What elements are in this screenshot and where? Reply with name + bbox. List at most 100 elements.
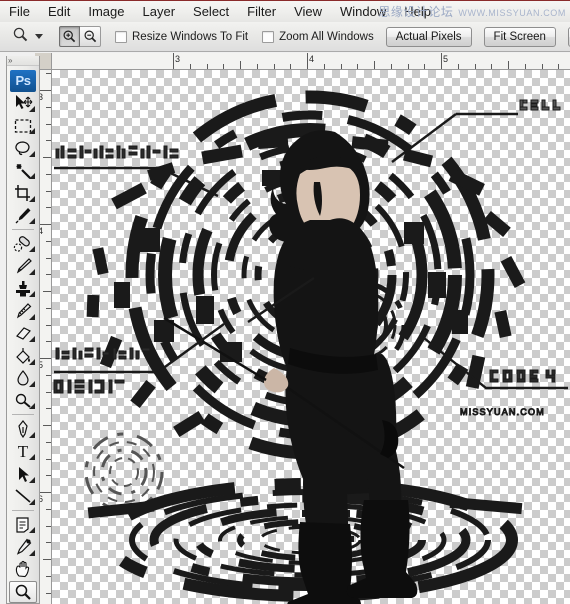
ruler-minor-tick (508, 61, 509, 69)
menu-item-select[interactable]: Select (184, 1, 238, 22)
document-canvas[interactable]: MISSYUAN.COM (52, 70, 570, 604)
resize-windows-to-fit-checkbox-wrap[interactable]: Resize Windows To Fit (115, 30, 249, 43)
zoom-all-windows-checkbox[interactable] (262, 30, 275, 43)
ruler-minor-tick (46, 324, 51, 326)
ruler-minor-tick (46, 123, 51, 125)
ruler-minor-tick (43, 157, 51, 158)
resize-windows-to-fit-label: Resize Windows To Fit (132, 30, 249, 43)
zoom-direction-group (59, 26, 101, 47)
ruler-label: 5 (443, 54, 449, 64)
ruler-minor-tick (46, 575, 51, 577)
ruler-minor-tick (43, 559, 51, 560)
zoom-all-windows-checkbox-wrap[interactable]: Zoom All Windows (262, 30, 374, 43)
move-tool[interactable] (9, 93, 37, 114)
line-tool[interactable] (9, 486, 37, 507)
ruler-minor-tick (46, 73, 51, 75)
tool-options-triangle-icon (29, 291, 35, 298)
tool-options-triangle-icon (29, 454, 35, 461)
ruler-minor-tick (46, 592, 51, 594)
actual-pixels-button[interactable]: Actual Pixels (385, 26, 472, 47)
healing-brush-tool[interactable] (9, 233, 37, 254)
ruler-minor-tick (46, 391, 51, 393)
ruler-minor-tick (46, 408, 51, 410)
ruler-minor-tick (46, 525, 51, 527)
zoom-all-windows-label: Zoom All Windows (279, 30, 374, 43)
tool-options-triangle-icon (29, 403, 35, 410)
hand-tool[interactable] (9, 559, 37, 580)
ruler-major-tick (441, 53, 442, 69)
eraser-tool[interactable] (9, 323, 37, 344)
resize-windows-to-fit-checkbox[interactable] (115, 30, 127, 43)
dodge-tool[interactable] (9, 390, 37, 411)
tool-options-triangle-icon (29, 195, 35, 202)
photoshop-logo: Ps (10, 70, 36, 92)
menu-item-view[interactable]: View (285, 1, 331, 22)
history-brush-tool[interactable] (9, 300, 37, 321)
eyedropper-tool[interactable] (9, 205, 37, 226)
tool-options-triangle-icon (29, 150, 35, 157)
zoom-out-button[interactable] (80, 26, 101, 47)
ruler-minor-tick (46, 542, 51, 544)
ruler-major-tick (173, 53, 174, 69)
menu-bar: File Edit Image Layer Select Filter View… (0, 0, 570, 22)
ruler-minor-tick (374, 61, 375, 69)
blur-tool[interactable] (9, 368, 37, 389)
tool-options-triangle-icon (29, 336, 35, 343)
svg-text:T: T (18, 442, 29, 460)
crop-tool[interactable] (9, 182, 37, 203)
ruler-minor-tick (46, 240, 51, 242)
rectangular-marquee-tool[interactable] (9, 115, 37, 136)
gradient-tool[interactable] (9, 345, 37, 366)
brush-tool[interactable] (9, 255, 37, 276)
tool-options-triangle-icon (29, 476, 35, 483)
notes-tool[interactable] (9, 514, 37, 535)
ruler-minor-tick (46, 190, 51, 192)
options-bar: Resize Windows To Fit Zoom All Windows A… (0, 22, 570, 52)
tool-options-triangle-icon (29, 105, 35, 112)
ruler-minor-tick (46, 257, 51, 259)
ruler-minor-tick (46, 508, 51, 510)
zoom-tool-icon (12, 26, 29, 48)
ruler-minor-tick (46, 341, 51, 343)
watermark-url: WWW.MISSYUAN.COM (458, 8, 566, 18)
toolbar-divider (12, 510, 34, 511)
horizontal-ruler[interactable]: 3456 (35, 53, 570, 70)
lasso-tool[interactable] (9, 137, 37, 158)
tool-options-triangle-icon (29, 499, 35, 506)
ruler-minor-tick (46, 274, 51, 276)
tool-options-triangle-icon (29, 173, 35, 180)
path-selection-tool[interactable] (9, 463, 37, 484)
chevron-down-icon[interactable] (35, 34, 43, 39)
ruler-label: 3 (175, 54, 181, 64)
tool-options-triangle-icon (29, 549, 35, 556)
ruler-minor-tick (46, 173, 51, 175)
svg-text:MISSYUAN.COM: MISSYUAN.COM (460, 407, 545, 417)
ruler-minor-tick (46, 307, 51, 309)
toolbar-divider (12, 414, 34, 416)
menu-item-image[interactable]: Image (79, 1, 133, 22)
toolbar-collapse-arrows[interactable]: » (8, 56, 12, 65)
zoom-tool[interactable] (9, 581, 37, 603)
color-sampler-tool[interactable] (9, 536, 37, 557)
menu-item-filter[interactable]: Filter (238, 1, 285, 22)
menu-item-file[interactable]: File (0, 1, 39, 22)
ruler-minor-tick (46, 140, 51, 142)
artwork-image: MISSYUAN.COM (53, 90, 568, 604)
magic-wand-tool[interactable] (9, 160, 37, 181)
tool-options-triangle-icon (29, 246, 35, 253)
current-tool-preset[interactable] (8, 26, 47, 48)
tool-options-triangle-icon (29, 313, 35, 320)
ruler-minor-tick (46, 374, 51, 376)
ruler-minor-tick (46, 475, 51, 477)
fit-screen-button[interactable]: Fit Screen (483, 26, 556, 47)
ruler-minor-tick (46, 207, 51, 209)
zoom-in-button[interactable] (59, 26, 80, 47)
site-watermark: 思缘设计论坛 WWW.MISSYUAN.COM (378, 3, 566, 20)
clone-stamp-tool[interactable] (9, 278, 37, 299)
menu-item-layer[interactable]: Layer (134, 1, 185, 22)
horizontal-type-tool[interactable]: T (9, 441, 37, 462)
menu-item-edit[interactable]: Edit (39, 1, 79, 22)
photoshop-window: File Edit Image Layer Select Filter View… (0, 0, 570, 604)
tool-options-triangle-icon (29, 527, 35, 534)
pen-tool[interactable] (9, 418, 37, 439)
